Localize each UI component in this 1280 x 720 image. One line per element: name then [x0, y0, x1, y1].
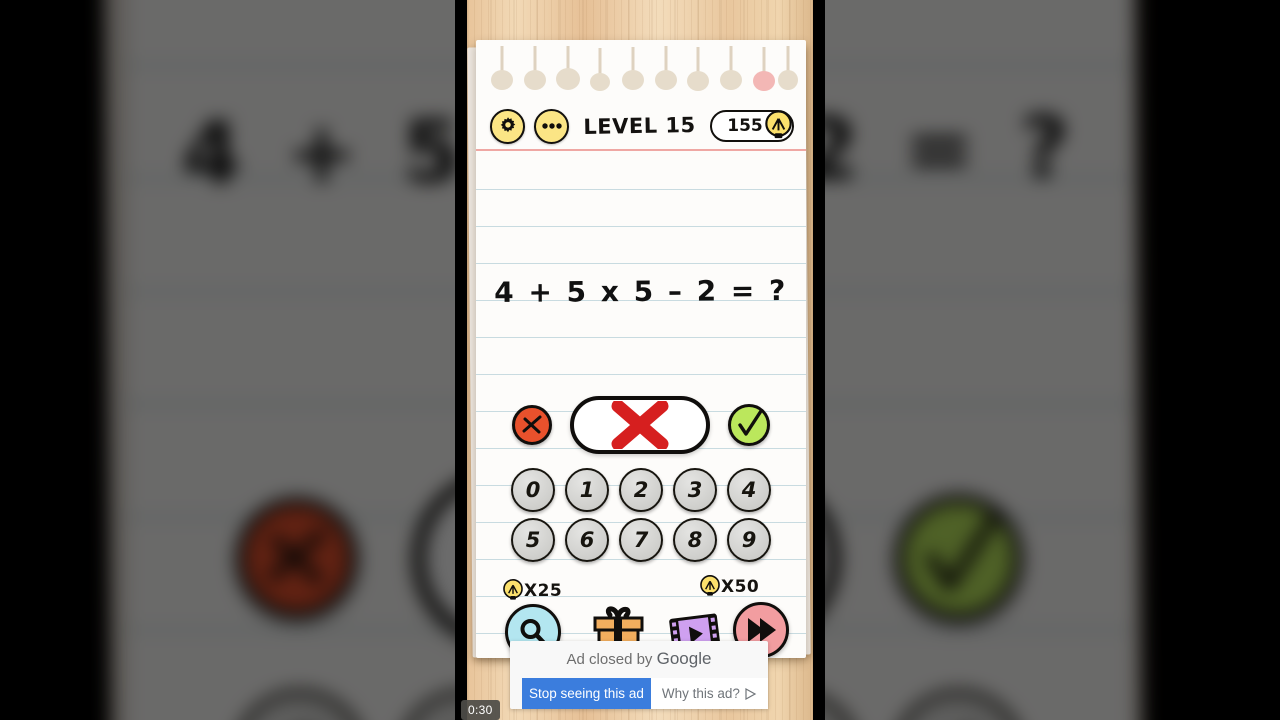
adchoices-icon — [745, 687, 757, 700]
numpad-key-7[interactable]: 7 — [619, 518, 663, 562]
hint-count-value: 155 — [727, 116, 763, 136]
lightbulb-icon — [503, 579, 523, 600]
hint-counter[interactable]: 155 — [710, 110, 794, 142]
submit-button[interactable] — [728, 404, 770, 446]
ellipsis-icon — [541, 123, 562, 129]
lightbulb-icon — [765, 110, 792, 139]
letterbox-bar-right — [813, 0, 825, 720]
google-brand-text: Google — [656, 649, 712, 668]
numpad-key-0: 0 — [232, 689, 368, 720]
why-this-ad-label: Why this ad? — [661, 686, 740, 701]
x-circle-icon — [522, 415, 542, 434]
numpad-row-1: 0 1 2 3 4 — [476, 468, 806, 512]
numpad-key-1[interactable]: 1 — [565, 468, 609, 512]
numpad-key-6[interactable]: 6 — [565, 518, 609, 562]
numpad-key-0[interactable]: 0 — [511, 468, 555, 512]
numpad-key-3[interactable]: 3 — [673, 468, 717, 512]
delete-button[interactable] — [512, 405, 552, 445]
puzzle-equation: 4 + 5 x 5 – 2 = ? — [494, 273, 788, 310]
game-header: LEVEL 15 155 — [476, 104, 806, 148]
ad-title-prefix: Ad closed by — [566, 651, 657, 668]
settings-button[interactable] — [490, 108, 525, 144]
numpad-key-2[interactable]: 2 — [619, 468, 663, 512]
submit-button — [894, 494, 1023, 623]
check-circle-icon — [738, 409, 763, 436]
number-pad: 0 1 2 3 4 5 6 7 8 9 — [476, 468, 806, 568]
numpad-key-9[interactable]: 9 — [727, 518, 771, 562]
stop-seeing-ad-button[interactable]: Stop seeing this ad — [522, 678, 651, 709]
numpad-row-2: 5 6 7 8 9 — [476, 518, 806, 562]
numpad-key-5[interactable]: 5 — [511, 518, 555, 562]
spiral-binding — [491, 46, 798, 91]
hint-cost-value: X25 — [524, 581, 563, 601]
notepad-sheet: LEVEL 15 155 4 + 5 x 5 – 2 = ? — [476, 40, 806, 658]
numpad-key-4[interactable]: 4 — [727, 468, 771, 512]
paper-margin-line — [476, 149, 806, 151]
gear-icon — [500, 117, 515, 133]
video-timer-badge: 0:30 — [461, 700, 500, 720]
level-title: LEVEL 15 — [583, 113, 696, 139]
lightbulb-icon — [700, 575, 720, 596]
answer-display[interactable] — [570, 396, 710, 454]
screenshot-stage: LEVEL 15 155 4 + 5 x 5 – 2 = ? — [0, 0, 1280, 720]
more-options-button[interactable] — [534, 108, 569, 144]
answer-row — [476, 392, 806, 458]
check-circle-icon — [926, 510, 1001, 591]
google-ad-banner: Ad closed by Google Stop seeing this ad … — [510, 641, 768, 709]
hint-cost-label: X25 — [500, 578, 562, 604]
why-this-ad-button[interactable]: Why this ad? — [650, 678, 768, 709]
delete-button — [235, 497, 358, 620]
red-x-mark — [611, 401, 669, 449]
ad-closed-title: Ad closed by Google — [510, 649, 768, 678]
skip-cost-label: X50 — [697, 574, 759, 600]
numpad-key-4: 4 — [891, 689, 1026, 720]
game-viewport: LEVEL 15 155 4 + 5 x 5 – 2 = ? 0 1 2 3 4… — [467, 0, 813, 720]
ad-button-row: Stop seeing this ad Why this ad? — [510, 678, 768, 709]
numpad-key-8[interactable]: 8 — [673, 518, 717, 562]
letterbox-bar-left — [455, 0, 467, 720]
x-circle-icon — [267, 529, 326, 585]
skip-cost-value: X50 — [721, 577, 760, 597]
